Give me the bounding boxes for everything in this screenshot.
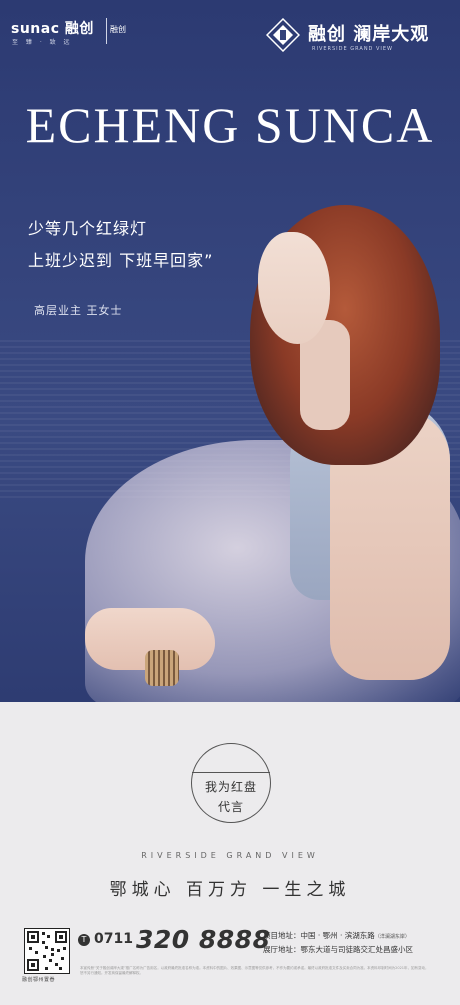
sunac-logo-subtitle: 至 臻 · 致 远: [12, 39, 73, 46]
seal-text-line-2: 代言: [217, 800, 244, 814]
project-logo: 融创 澜岸大观: [308, 24, 430, 45]
logo-divider: [106, 18, 107, 44]
gallery-address: 展厅地址：鄂东大道与司徒路交汇处昌盛小区: [263, 945, 413, 954]
phone-number[interactable]: 320 8888: [136, 925, 270, 954]
bracelet: [145, 650, 179, 686]
legal-disclaimer: 本宣传册“关于融创澜岸大观”推广名称为广告用名，以政府最终批准名称为准。本资料中…: [80, 966, 429, 975]
phone-icon: T: [78, 934, 90, 946]
seal-text-line-1: 我为红盘: [204, 780, 257, 794]
sunac-logo: sunac 融创: [11, 21, 94, 37]
project-address-text: 项目地址：中国 · 鄂州 · 滨湖东路: [263, 931, 375, 940]
qr-label: 融创鄂州置眷: [22, 977, 56, 983]
diamond-emblem-icon: [266, 18, 300, 52]
seal-divider: [192, 772, 270, 773]
endorsement-seal: 我为红盘 代言: [191, 743, 271, 823]
tagline-chinese: 鄂城心 百万方 一生之城: [109, 880, 351, 900]
tagline-english: RIVERSIDE GRAND VIEW: [141, 851, 319, 860]
qr-code-icon: [24, 928, 70, 974]
project-address: 项目地址：中国 · 鄂州 · 滨湖东路（洋澜湖东岸）: [263, 930, 410, 941]
quote-attribution: 高层业主 王女士: [34, 304, 123, 317]
quote-line-1: 少等几个红绿灯: [28, 219, 148, 238]
project-address-note: （洋澜湖东岸）: [374, 934, 410, 940]
quote-line-2: 上班少迟到 下班早回家”: [28, 251, 214, 270]
sunac-mark: 融创: [110, 25, 126, 34]
area-code: 0711: [94, 931, 133, 947]
headline: ECHENG SUNCA: [25, 97, 435, 153]
project-logo-subtitle: RIVERSIDE GRAND VIEW: [312, 46, 393, 52]
